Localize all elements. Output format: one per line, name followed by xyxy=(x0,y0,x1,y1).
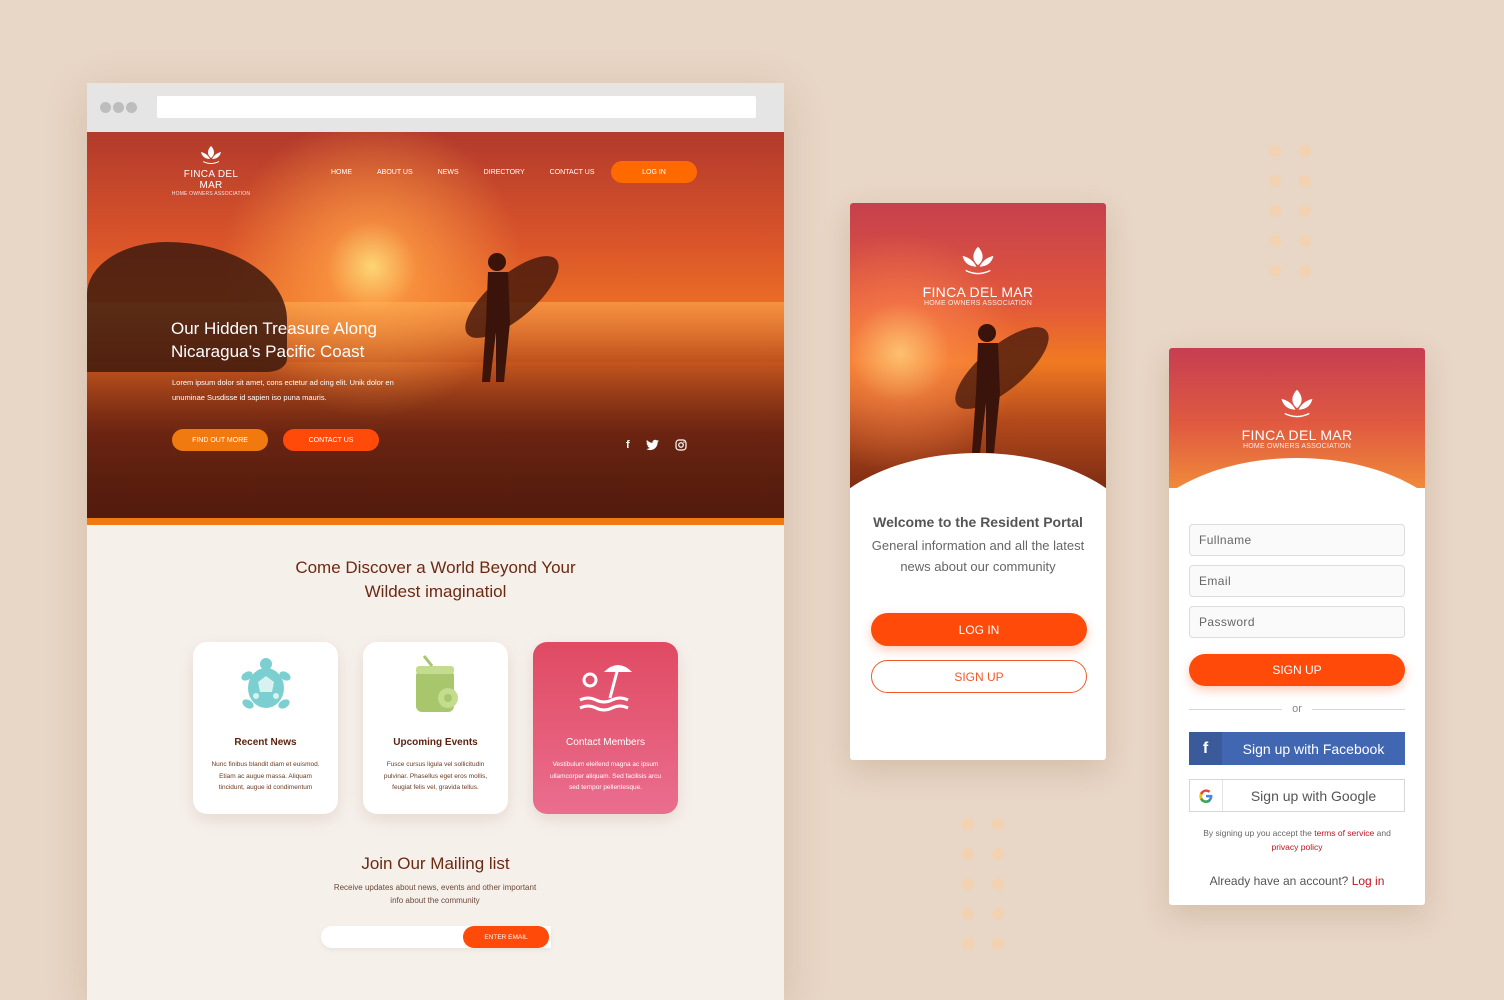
hero-title: Our Hidden Treasure Along Nicaragua’s Pa… xyxy=(171,317,431,363)
portal-hero: FINCA DEL MAR HOME OWNERS ASSOCIATION xyxy=(850,203,1106,493)
password-field xyxy=(1189,606,1405,638)
mailing-title: Join Our Mailing list xyxy=(361,854,510,873)
lotus-logo-icon xyxy=(962,246,994,275)
hero-text: Lorem ipsum dolor sit amet, cons ectetur… xyxy=(172,378,394,402)
already-text: Already have an account? xyxy=(1209,874,1349,888)
portal-description: General information and all the latest n… xyxy=(871,538,1085,574)
decorative-dots-top xyxy=(1269,145,1311,277)
card-title: Contact Members xyxy=(566,737,645,748)
hero-section: FINCA DEL MAR HOME OWNERS ASSOCIATION HO… xyxy=(87,132,784,518)
logo-brand: FINCA DEL MAR xyxy=(922,284,1034,300)
logo-brand: FINCA DEL MAR xyxy=(183,169,239,191)
card-text: Vestibulum eleifend magna ac ipsum ullam… xyxy=(550,761,661,791)
card-text: Nunc finibus blandit diam et euismod. Et… xyxy=(211,761,320,791)
twitter-icon[interactable] xyxy=(645,439,659,451)
card-recent-news[interactable]: Recent News Nunc finibus blandit diam et… xyxy=(193,642,338,814)
instagram-icon[interactable] xyxy=(675,439,687,451)
fullname-input[interactable] xyxy=(1190,525,1404,555)
or-divider: or xyxy=(1189,702,1405,716)
facebook-icon: f xyxy=(1189,732,1222,765)
site-logo[interactable]: FINCA DEL MAR HOME OWNERS ASSOCIATION xyxy=(171,144,251,197)
divider-line xyxy=(1189,708,1283,710)
card-upcoming-events[interactable]: Upcoming Events Fusce cursus ligula vel … xyxy=(363,642,508,814)
facebook-signup-button[interactable]: f Sign up with Facebook xyxy=(1189,732,1405,765)
social-links: f xyxy=(626,439,687,451)
window-dot[interactable] xyxy=(113,102,124,113)
decorative-dots-bottom xyxy=(962,818,1004,950)
nav-item-home[interactable]: HOME xyxy=(331,169,352,176)
terms-and: and xyxy=(1376,828,1391,838)
portal-mobile-screen: FINCA DEL MAR HOME OWNERS ASSOCIATION We… xyxy=(850,203,1106,760)
hero-title-line2: Nicaragua’s Pacific Coast xyxy=(171,342,365,361)
card-contact-members[interactable]: Contact Members Vestibulum eleifend magn… xyxy=(533,642,678,814)
beach-umbrella-icon xyxy=(578,665,632,712)
signup-submit-button[interactable]: SIGN UP xyxy=(1189,654,1405,686)
hero-curve xyxy=(850,453,1106,493)
email-field xyxy=(1189,565,1405,597)
lotus-logo-icon xyxy=(201,146,221,164)
hero-title-line1: Our Hidden Treasure Along xyxy=(171,319,378,338)
nav-item-about[interactable]: ABOUT US xyxy=(377,169,413,176)
nav-item-contact[interactable]: CONTACT US xyxy=(550,169,595,176)
terms-notice: By signing up you accept the terms of se… xyxy=(1184,826,1410,854)
google-signup-button[interactable]: Sign up with Google xyxy=(1189,779,1405,812)
already-have-account: Already have an account? Log in xyxy=(1169,874,1425,888)
card-title: Upcoming Events xyxy=(393,737,478,748)
feature-cards: Recent News Nunc finibus blandit diam et… xyxy=(193,642,678,814)
logo-tagline: HOME OWNERS ASSOCIATION xyxy=(924,300,1032,307)
or-label: or xyxy=(1292,703,1302,715)
find-out-more-button[interactable]: FIND OUT MORE xyxy=(172,429,268,451)
divider-line xyxy=(1311,708,1405,710)
login-link[interactable]: Log in xyxy=(1352,874,1385,888)
signup-logo: FINCA DEL MAR HOME OWNERS ASSOCIATION xyxy=(1217,386,1377,450)
facebook-icon[interactable]: f xyxy=(626,439,630,451)
portal-login-button[interactable]: LOG IN xyxy=(871,613,1087,646)
fullname-field xyxy=(1189,524,1405,556)
surfer-silhouette xyxy=(955,324,1049,453)
google-signup-label: Sign up with Google xyxy=(1250,787,1377,804)
terms-prefix: By signing up you accept the xyxy=(1203,828,1312,838)
discover-line1: Come Discover a World Beyond Your xyxy=(295,558,576,577)
hero-contact-button[interactable]: CONTACT US xyxy=(283,429,379,451)
lotus-logo-icon xyxy=(1281,389,1313,418)
email-input[interactable] xyxy=(1190,566,1404,596)
portal-signup-button[interactable]: SIGN UP xyxy=(871,660,1087,693)
google-icon xyxy=(1190,780,1223,811)
window-dot[interactable] xyxy=(100,102,111,113)
signup-mobile-screen: FINCA DEL MAR HOME OWNERS ASSOCIATION SI… xyxy=(1169,348,1425,905)
hero-curve xyxy=(1169,458,1425,488)
card-title: Recent News xyxy=(234,737,297,748)
discover-line2: Wildest imaginatiol xyxy=(364,582,507,601)
portal-welcome-title: Welcome to the Resident Portal xyxy=(873,514,1083,530)
logo-tagline: HOME OWNERS ASSOCIATION xyxy=(171,191,251,197)
facebook-signup-label: Sign up with Facebook xyxy=(1242,740,1385,757)
coconut-drink-icon xyxy=(415,655,458,712)
address-bar[interactable] xyxy=(157,96,756,118)
signup-hero: FINCA DEL MAR HOME OWNERS ASSOCIATION xyxy=(1169,348,1425,488)
nav-login-button[interactable]: LOG IN xyxy=(611,161,697,183)
logo-brand: FINCA DEL MAR xyxy=(1241,427,1353,443)
nav-item-news[interactable]: NEWS xyxy=(438,169,459,176)
password-input[interactable] xyxy=(1190,607,1404,637)
portal-logo: FINCA DEL MAR HOME OWNERS ASSOCIATION xyxy=(898,243,1058,307)
enter-email-button[interactable]: ENTER EMAIL xyxy=(463,926,549,948)
terms-of-service-link[interactable]: terms of service xyxy=(1314,828,1374,838)
desktop-browser-mockup: FINCA DEL MAR HOME OWNERS ASSOCIATION HO… xyxy=(87,83,784,1000)
nav-item-directory[interactable]: DIRECTORY xyxy=(484,169,525,176)
window-dot[interactable] xyxy=(126,102,137,113)
mailing-text: Receive updates about news, events and o… xyxy=(333,883,537,905)
logo-tagline: HOME OWNERS ASSOCIATION xyxy=(1243,443,1351,450)
hero-accent-bar xyxy=(87,518,784,525)
browser-toolbar xyxy=(87,83,784,132)
discover-heading: Come Discover a World Beyond Your Wildes… xyxy=(87,556,784,604)
privacy-policy-link[interactable]: privacy policy xyxy=(1271,842,1322,852)
main-nav: HOME ABOUT US NEWS DIRECTORY CONTACT US xyxy=(331,169,620,176)
card-text: Fusce cursus ligula vel sollicitudin pul… xyxy=(383,761,488,791)
turtle-icon xyxy=(240,658,291,709)
